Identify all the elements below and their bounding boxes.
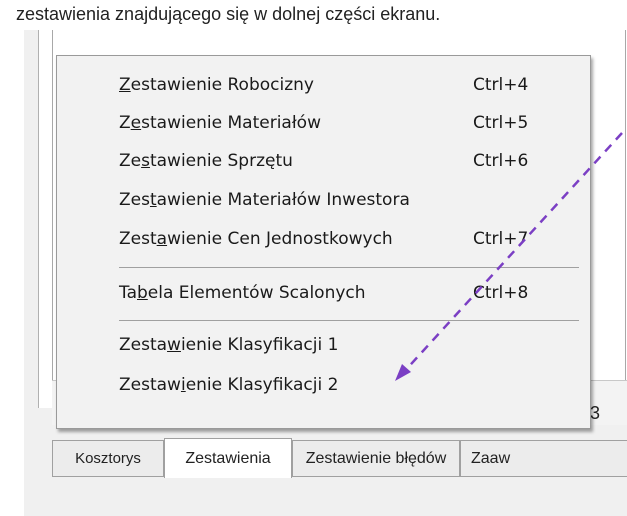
panel-divider: [52, 30, 53, 408]
tab-zestawienie-bledow[interactable]: Zestawienie błędów: [292, 440, 460, 476]
menu-separator: [119, 267, 579, 268]
tab-kosztorys[interactable]: Kosztorys: [52, 440, 164, 476]
menu-item-label: Zestawienie Robocizny: [119, 75, 314, 95]
menu-item-shortcut: Ctrl+5: [473, 113, 529, 133]
menu-item-shortcut: Ctrl+4: [473, 75, 529, 95]
zestawienia-context-menu: Zestawienie Robocizny Ctrl+4 Zestawienie…: [56, 55, 591, 429]
menu-item-label: Zestawienie Klasyfikacji 1: [119, 335, 339, 355]
menu-item-shortcut: Ctrl+6: [473, 151, 529, 171]
menu-item-shortcut: Ctrl+7: [473, 229, 529, 249]
menu-item-label: Zestawienie Materiałów: [119, 113, 321, 133]
tab-bar-baseline: [52, 476, 627, 477]
menu-item-zestawienie-materialow[interactable]: Zestawienie Materiałów Ctrl+5: [57, 106, 590, 142]
menu-item-zestawienie-cen-jednostkowych[interactable]: Zestawienie Cen Jednostkowych Ctrl+7: [57, 222, 590, 258]
menu-item-zestawienie-sprzetu[interactable]: Zestawienie Sprzętu Ctrl+6: [57, 144, 590, 180]
menu-item-label: Zestawienie Materiałów Inwestora: [119, 190, 410, 210]
menu-item-zestawienie-klasyfikacji-2[interactable]: Zestawienie Klasyfikacji 2: [57, 368, 590, 404]
instruction-caption: zestawienia znajdującego się w dolnej cz…: [16, 4, 441, 24]
menu-item-label: Tabela Elementów Scalonych: [119, 283, 366, 303]
menu-item-label: Zestawienie Cen Jednostkowych: [119, 229, 393, 249]
tab-zaawansowane[interactable]: Zaaw: [460, 440, 627, 476]
panel-right-border: [625, 30, 626, 380]
sheet-tab-bar: Kosztorys Zestawienia Zestawienie błędów…: [52, 438, 627, 478]
menu-item-zestawienie-klasyfikacji-1[interactable]: Zestawienie Klasyfikacji 1: [57, 328, 590, 364]
menu-separator: [119, 320, 579, 321]
menu-item-zestawienie-robocizny[interactable]: Zestawienie Robocizny Ctrl+4: [57, 68, 590, 104]
menu-item-label: Zestawienie Klasyfikacji 2: [119, 375, 339, 395]
menu-item-zestawienie-materialow-inwestora[interactable]: Zestawienie Materiałów Inwestora: [57, 183, 590, 219]
tab-zestawienia[interactable]: Zestawienia: [164, 438, 292, 478]
menu-item-shortcut: Ctrl+8: [473, 283, 529, 303]
menu-item-tabela-elementow-scalonych[interactable]: Tabela Elementów Scalonych Ctrl+8: [57, 276, 590, 312]
menu-item-label: Zestawienie Sprzętu: [119, 151, 293, 171]
